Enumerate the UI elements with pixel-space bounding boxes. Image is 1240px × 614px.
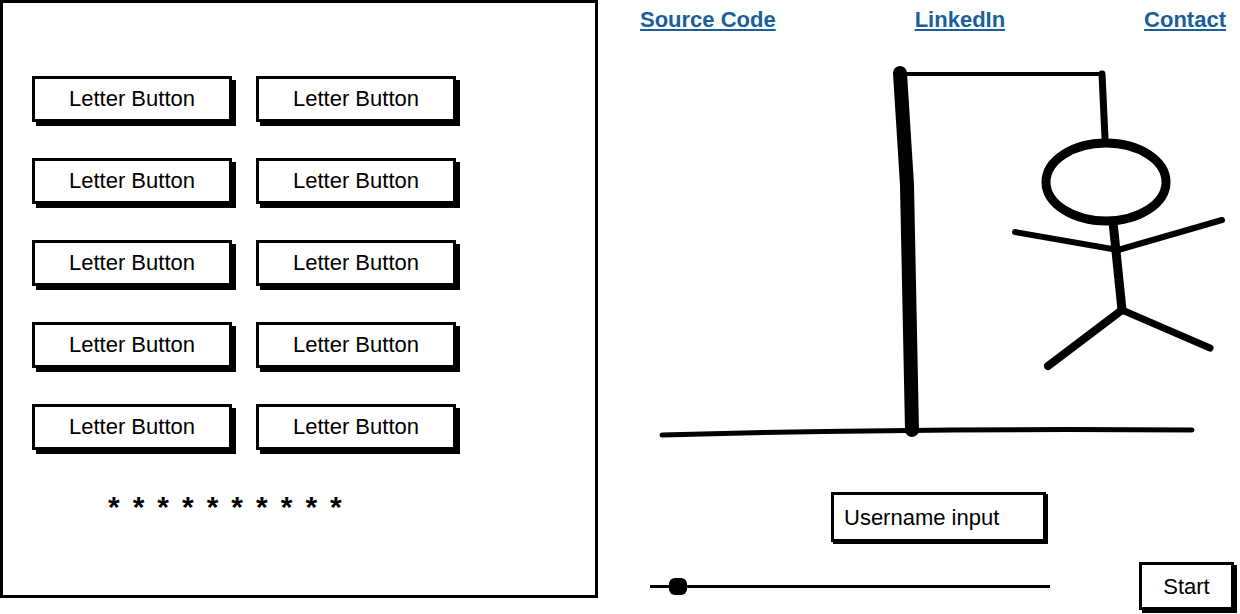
start-button[interactable]: Start	[1139, 562, 1234, 610]
letter-panel: Letter Button Letter Button Letter Button L…	[0, 0, 598, 598]
nav-link[interactable]: LinkedIn	[915, 4, 1005, 36]
username-input[interactable]	[831, 492, 1046, 542]
letter-button[interactable]: Letter Button	[32, 158, 232, 204]
nav-link[interactable]: Source Code	[640, 4, 776, 36]
letter-button[interactable]: Letter Button	[256, 158, 456, 204]
left-arm	[1015, 232, 1118, 250]
letter-grid: Letter Button Letter Button Letter Button L…	[32, 76, 595, 450]
gallows-base	[662, 430, 1192, 435]
letter-button[interactable]: Letter Button	[256, 322, 456, 368]
hangman-drawing	[655, 65, 1235, 445]
letter-button[interactable]: Letter Button	[256, 404, 456, 450]
link-bar: Source Code LinkedIn Contact	[598, 0, 1240, 36]
left-leg	[1048, 310, 1122, 366]
letter-button[interactable]: Letter Button	[32, 404, 232, 450]
gallows-rope	[1102, 74, 1105, 138]
hidden-word: **********	[32, 490, 595, 524]
head	[1046, 143, 1166, 221]
slider-thumb[interactable]	[669, 578, 687, 595]
nav-link[interactable]: Contact	[1144, 4, 1226, 36]
letter-button[interactable]: Letter Button	[32, 240, 232, 286]
letter-button[interactable]: Letter Button	[256, 76, 456, 122]
body	[1113, 222, 1122, 310]
gallows-pole	[900, 73, 912, 430]
letter-button[interactable]: Letter Button	[32, 322, 232, 368]
letter-button[interactable]: Letter Button	[256, 240, 456, 286]
gallows-beam	[900, 72, 1102, 76]
slider-track[interactable]	[650, 585, 1050, 588]
right-leg	[1122, 310, 1210, 348]
right-arm	[1118, 220, 1222, 250]
letter-button[interactable]: Letter Button	[32, 76, 232, 122]
